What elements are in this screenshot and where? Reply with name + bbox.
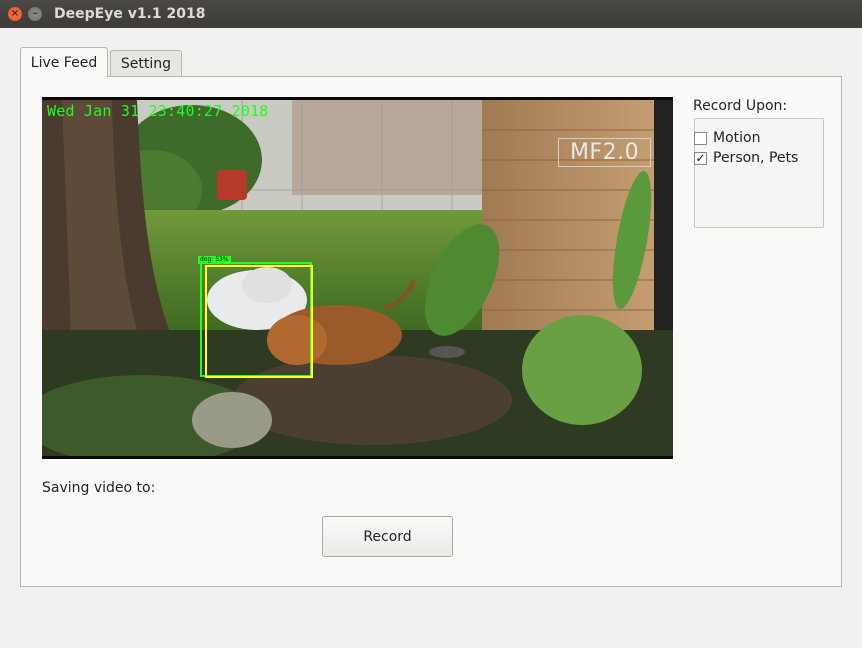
person-pets-option[interactable]: ✓ Person, Pets: [694, 150, 798, 166]
person-pets-checkbox[interactable]: ✓: [694, 151, 707, 165]
tab-setting[interactable]: Setting: [110, 50, 182, 77]
record-button[interactable]: Record: [322, 516, 453, 557]
video-feed: Wed Jan 31 23:40:27 2018 MF2.0 dog: 53%: [42, 97, 673, 459]
title-bar: × – DeepEye v1.1 2018: [0, 0, 862, 28]
person-pets-label: Person, Pets: [713, 150, 799, 166]
detection-box-inner: [205, 265, 313, 378]
tab-live-feed[interactable]: Live Feed: [20, 47, 108, 77]
motion-option[interactable]: Motion: [694, 130, 760, 146]
close-icon[interactable]: ×: [8, 7, 22, 21]
watermark-logo: MF2.0: [558, 138, 651, 167]
motion-checkbox[interactable]: [694, 131, 707, 145]
saving-path-label: Saving video to:: [42, 480, 156, 496]
minimize-icon[interactable]: –: [28, 7, 42, 21]
detection-label: dog: 53%: [198, 256, 231, 264]
video-timestamp: Wed Jan 31 23:40:27 2018: [47, 102, 269, 120]
window-title: DeepEye v1.1 2018: [54, 6, 206, 22]
record-upon-label: Record Upon:: [693, 98, 788, 114]
motion-label: Motion: [713, 130, 761, 146]
